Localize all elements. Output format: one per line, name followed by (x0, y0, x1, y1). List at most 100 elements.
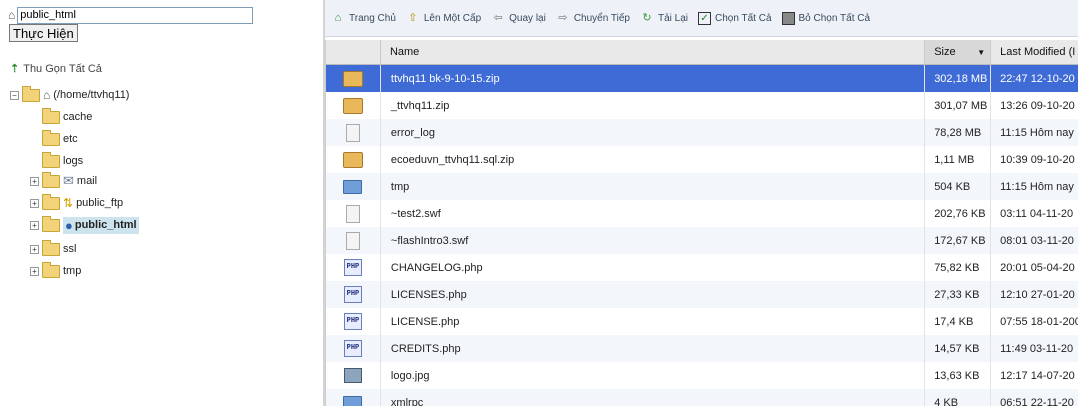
toolbar-label: Tải Lại (657, 12, 688, 24)
folder-icon (343, 179, 363, 194)
row-modified: 03:11 04-11-20 (991, 200, 1078, 227)
expand-toggle-icon[interactable]: + (30, 176, 39, 186)
header-label: Size (934, 46, 956, 58)
back-arrow-icon: ⇦ (493, 12, 503, 24)
tree-item-public-ftp[interactable]: + ⇅ public_ftp (30, 193, 123, 212)
folder-icon (42, 129, 60, 146)
tree-item-cache[interactable]: cache (42, 107, 92, 126)
toolbar-label: Trang Chủ (349, 12, 396, 24)
zip-archive-icon (342, 151, 363, 168)
table-row[interactable]: ecoeduvn_ttvhq11.sql.zip 1,11 MB 10:39 09-… (326, 146, 1078, 173)
table-row[interactable]: logo.jpg 13,63 KB 12:17 14-07-20 (326, 362, 1078, 389)
tree-item-mail[interactable]: + ✉ mail (30, 171, 97, 190)
row-modified: 11:49 03-11-20 (991, 335, 1078, 362)
row-size: 1,11 MB (925, 146, 992, 173)
table-row[interactable]: ~flashIntro3.swf 172,67 KB 08:01 03-11-20 (326, 227, 1078, 254)
row-name[interactable]: LICENSES.php (381, 281, 926, 308)
column-header-size[interactable]: Size ▼ (925, 40, 992, 64)
toolbar-label: Quay lại (509, 12, 546, 24)
file-grid: Name Size ▼ Last Modified (I ttvhq11 bk-… (325, 40, 1078, 406)
reload-button[interactable]: ↻ Tải Lại (640, 11, 688, 25)
tree-item-public-html[interactable]: + ● public_html (30, 215, 139, 234)
expand-toggle-icon[interactable]: + (30, 266, 39, 276)
row-name[interactable]: tmp (381, 173, 926, 200)
row-name[interactable]: CHANGELOG.php (381, 254, 926, 281)
forward-button[interactable]: ⇨ Chuyển Tiếp (556, 11, 630, 25)
table-row[interactable]: ~test2.swf 202,76 KB 03:11 04-11-20 (326, 200, 1078, 227)
tree-item-etc[interactable]: etc (42, 129, 78, 148)
table-row[interactable]: PHP LICENSES.php 27,33 KB 12:10 27-01-20 (326, 281, 1078, 308)
row-icon-cell (326, 200, 381, 227)
row-name[interactable]: ~test2.swf (381, 200, 926, 227)
select-all-button[interactable]: ✓ Chọn Tất Cả (698, 11, 772, 25)
collapse-toggle-icon[interactable]: − (10, 90, 19, 100)
row-name[interactable]: CREDITS.php (381, 335, 926, 362)
tree-root[interactable]: − ⌂ (/home/ttvhq11) (10, 85, 130, 104)
row-size: 302,18 MB (925, 65, 992, 92)
column-header-name[interactable]: Name (381, 40, 926, 64)
tree-item-logs[interactable]: logs (42, 151, 83, 170)
row-name[interactable]: ecoeduvn_ttvhq11.sql.zip (381, 146, 926, 173)
sort-desc-icon: ▼ (977, 47, 986, 57)
file-icon (345, 204, 360, 223)
column-header-icon[interactable] (326, 40, 381, 64)
table-row[interactable]: PHP LICENSE.php 17,4 KB 07:55 18-01-200 (326, 308, 1078, 335)
tree-item-ssl[interactable]: + ssl (30, 239, 76, 258)
open-folder-icon (22, 85, 40, 102)
up-level-button[interactable]: ⇧ Lên Một Cấp (406, 11, 481, 25)
row-modified: 20:01 05-04-20 (991, 254, 1078, 281)
home-icon: ⌂ (8, 8, 16, 22)
row-icon-cell (326, 227, 381, 254)
zip-archive-icon (342, 70, 363, 87)
file-rows: ttvhq11 bk-9-10-15.zip 302,18 MB 22:47 12-… (326, 65, 1078, 406)
back-button[interactable]: ⇦ Quay lại (491, 11, 546, 25)
row-modified: 12:10 27-01-20 (991, 281, 1078, 308)
table-row[interactable]: _ttvhq11.zip 301,07 MB 13:26 09-10-20 (326, 92, 1078, 119)
check-all-icon: ✓ (698, 11, 711, 25)
file-icon (345, 231, 360, 250)
path-bar: ⌂ (8, 6, 254, 24)
row-name[interactable]: ttvhq11 bk-9-10-15.zip (381, 65, 926, 92)
tree-root-label: (/home/ttvhq11) (53, 89, 130, 101)
table-row[interactable]: ttvhq11 bk-9-10-15.zip 302,18 MB 22:47 12-… (326, 65, 1078, 92)
row-name[interactable]: xmlrpc (381, 389, 926, 406)
toolbar-label: Lên Một Cấp (423, 12, 482, 24)
row-name[interactable]: _ttvhq11.zip (381, 92, 926, 119)
header-label: Name (389, 46, 420, 58)
expand-toggle-icon[interactable]: + (30, 198, 39, 208)
row-name[interactable]: LICENSE.php (381, 308, 926, 335)
row-size: 17,4 KB (925, 308, 992, 335)
folder-icon (42, 261, 60, 278)
collapse-all-link[interactable]: ⇡ Thu Gọn Tất Cả (10, 62, 102, 76)
image-file-icon (343, 368, 362, 383)
expand-toggle-icon[interactable]: + (30, 220, 39, 230)
tree-item-tmp[interactable]: + tmp (30, 261, 82, 280)
row-size: 504 KB (925, 173, 992, 200)
row-size: 4 KB (925, 389, 992, 406)
row-name[interactable]: error_log (381, 119, 926, 146)
toolbar-label: Bỏ Chọn Tất Cả (798, 12, 871, 24)
table-row[interactable]: xmlrpc 4 KB 06:51 22-11-20 (326, 389, 1078, 406)
table-row[interactable]: tmp 504 KB 11:15 Hôm nay (326, 173, 1078, 200)
row-name[interactable]: ~flashIntro3.swf (381, 227, 926, 254)
zip-archive-icon (342, 97, 363, 114)
tree-item-label: tmp (63, 265, 82, 277)
table-row[interactable]: error_log 78,28 MB 11:15 Hôm nay (326, 119, 1078, 146)
toolbar: ⌂ Trang Chủ ⇧ Lên Một Cấp ⇦ Quay lại ⇨ C… (325, 0, 1078, 37)
column-header-modified[interactable]: Last Modified (I (991, 40, 1078, 64)
path-input[interactable] (17, 6, 254, 24)
row-icon-cell (326, 119, 381, 146)
home-button[interactable]: ⌂ Trang Chủ (331, 11, 396, 25)
deselect-all-button[interactable]: Bỏ Chọn Tất Cả (781, 11, 871, 25)
row-size: 14,57 KB (925, 335, 992, 362)
row-name[interactable]: logo.jpg (381, 362, 926, 389)
row-size: 27,33 KB (925, 281, 992, 308)
folder-icon (42, 107, 60, 124)
go-button[interactable]: Thực Hiện (9, 24, 78, 42)
row-size: 13,63 KB (925, 362, 992, 389)
row-icon-cell (326, 389, 381, 406)
table-row[interactable]: PHP CHANGELOG.php 75,82 KB 20:01 05-04-20 (326, 254, 1078, 281)
expand-toggle-icon[interactable]: + (30, 244, 39, 254)
toolbar-label: Chọn Tất Cả (715, 12, 772, 24)
table-row[interactable]: PHP CREDITS.php 14,57 KB 11:49 03-11-20 (326, 335, 1078, 362)
